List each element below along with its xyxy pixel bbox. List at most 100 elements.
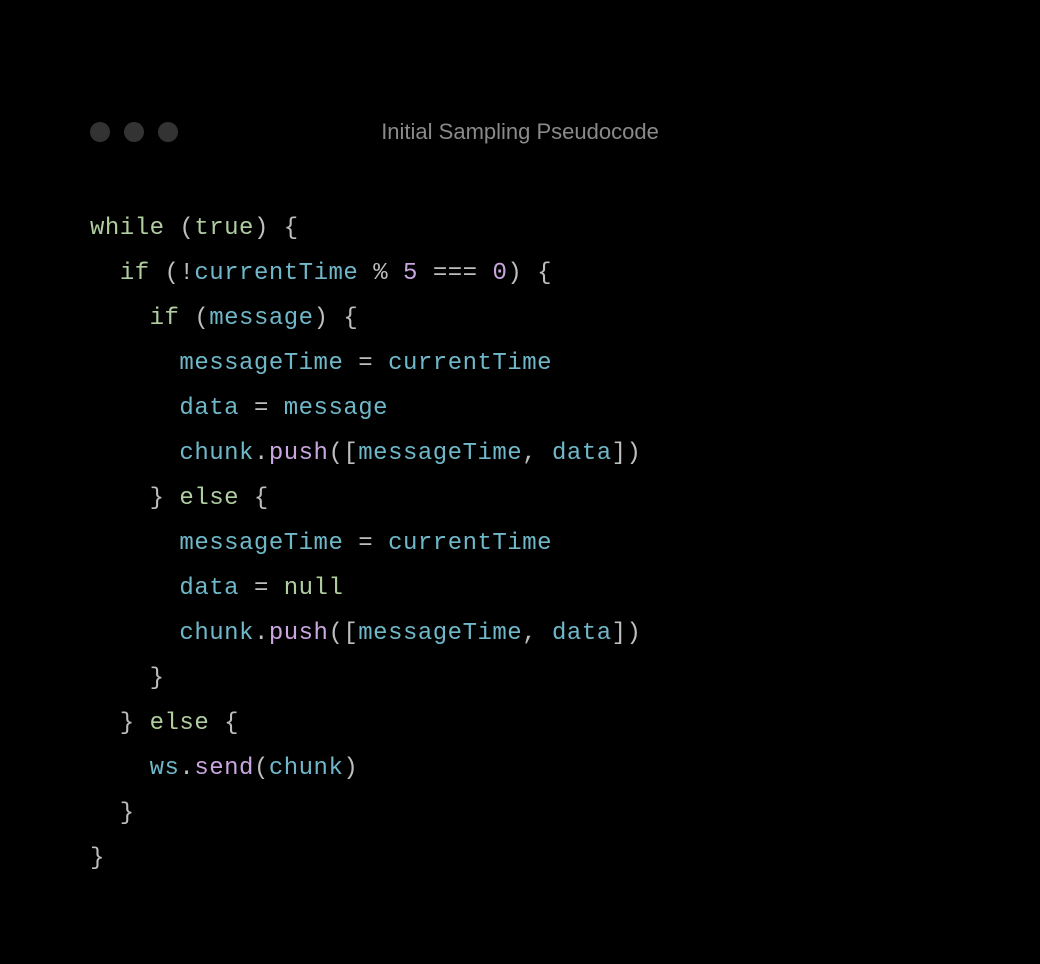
close-icon[interactable] <box>90 122 110 142</box>
code-token: { <box>209 710 239 737</box>
code-token: ( <box>179 305 209 332</box>
code-token: = <box>358 350 373 377</box>
code-token: chunk <box>179 620 254 647</box>
code-token <box>239 575 254 602</box>
code-token <box>90 350 179 377</box>
code-token <box>418 260 433 287</box>
code-token: 5 <box>403 260 418 287</box>
code-token: currentTime <box>194 260 358 287</box>
code-token: push <box>269 440 329 467</box>
code-token: ( <box>165 215 195 242</box>
code-token <box>239 395 254 422</box>
code-token: while <box>90 215 165 242</box>
code-line: messageTime = currentTime <box>90 521 950 566</box>
code-token: ws <box>150 755 180 782</box>
code-token: message <box>284 395 388 422</box>
code-token <box>90 440 179 467</box>
code-token <box>90 755 150 782</box>
code-token <box>90 620 179 647</box>
code-token <box>90 575 179 602</box>
code-token: ([ <box>328 620 358 647</box>
code-token: . <box>254 620 269 647</box>
code-line: chunk.push([messageTime, data]) <box>90 431 950 476</box>
code-token: chunk <box>269 755 344 782</box>
code-token: } <box>90 800 135 827</box>
code-token: ( <box>150 260 180 287</box>
code-line: } <box>90 836 950 881</box>
code-window: Initial Sampling Pseudocode while (true)… <box>0 0 1040 881</box>
code-token <box>343 530 358 557</box>
code-token: ([ <box>328 440 358 467</box>
window-controls <box>90 122 178 142</box>
code-line: messageTime = currentTime <box>90 341 950 386</box>
code-token: ]) <box>612 440 642 467</box>
code-token: = <box>254 575 269 602</box>
code-line: if (message) { <box>90 296 950 341</box>
code-token: ( <box>254 755 269 782</box>
code-line: } else { <box>90 476 950 521</box>
code-token: data <box>179 575 239 602</box>
code-token: messageTime <box>179 530 343 557</box>
code-token: messageTime <box>358 620 522 647</box>
code-token: else <box>179 485 239 512</box>
code-token: data <box>552 620 612 647</box>
minimize-icon[interactable] <box>124 122 144 142</box>
code-token: null <box>284 575 344 602</box>
code-token: chunk <box>179 440 254 467</box>
code-token: if <box>120 260 150 287</box>
code-line: if (!currentTime % 5 === 0) { <box>90 251 950 296</box>
code-token <box>388 260 403 287</box>
code-line: data = message <box>90 386 950 431</box>
code-line: chunk.push([messageTime, data]) <box>90 611 950 656</box>
code-token <box>90 395 179 422</box>
code-token: ) { <box>254 215 299 242</box>
titlebar: Initial Sampling Pseudocode <box>90 118 950 146</box>
code-token: 0 <box>492 260 507 287</box>
code-line: ws.send(chunk) <box>90 746 950 791</box>
code-token <box>269 395 284 422</box>
code-token: data <box>179 395 239 422</box>
code-token: ) { <box>507 260 552 287</box>
code-token <box>269 575 284 602</box>
code-token: message <box>209 305 313 332</box>
code-token: currentTime <box>388 350 552 377</box>
code-token: { <box>239 485 269 512</box>
code-token <box>373 350 388 377</box>
code-token: ! <box>179 260 194 287</box>
code-token: , <box>522 440 552 467</box>
code-token: ) { <box>314 305 359 332</box>
code-token: currentTime <box>388 530 552 557</box>
code-token: if <box>150 305 180 332</box>
code-token: messageTime <box>358 440 522 467</box>
code-token <box>90 305 150 332</box>
code-token: true <box>194 215 254 242</box>
maximize-icon[interactable] <box>158 122 178 142</box>
code-block: while (true) { if (!currentTime % 5 === … <box>90 206 950 881</box>
code-line: } <box>90 656 950 701</box>
code-token: push <box>269 620 329 647</box>
code-token: ]) <box>612 620 642 647</box>
code-token: } <box>90 710 150 737</box>
code-line: data = null <box>90 566 950 611</box>
code-token: } <box>90 665 165 692</box>
code-token: === <box>433 260 478 287</box>
code-token: data <box>552 440 612 467</box>
code-token: ) <box>343 755 358 782</box>
code-token: . <box>254 440 269 467</box>
code-token: = <box>254 395 269 422</box>
code-token: else <box>150 710 210 737</box>
code-token <box>90 530 179 557</box>
code-token: , <box>522 620 552 647</box>
code-token <box>478 260 493 287</box>
code-token <box>90 260 120 287</box>
code-token: messageTime <box>179 350 343 377</box>
code-token <box>343 350 358 377</box>
code-token: = <box>358 530 373 557</box>
code-line: while (true) { <box>90 206 950 251</box>
code-token: . <box>179 755 194 782</box>
code-token: } <box>90 485 179 512</box>
code-line: } <box>90 791 950 836</box>
code-token: send <box>194 755 254 782</box>
window-title: Initial Sampling Pseudocode <box>90 119 950 145</box>
code-token: } <box>90 845 105 872</box>
